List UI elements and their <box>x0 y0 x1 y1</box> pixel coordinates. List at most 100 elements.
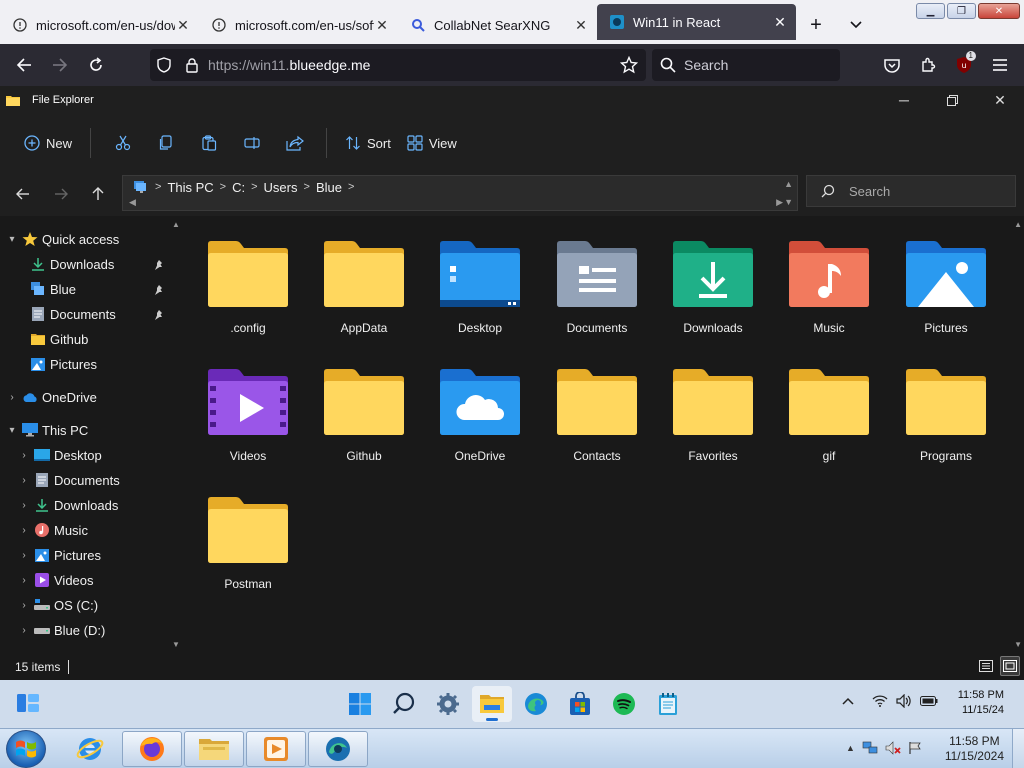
chevron-right-icon[interactable]: › <box>18 500 30 511</box>
sidebar-item-pictures-pc[interactable]: › Pictures <box>18 543 101 567</box>
restore-icon[interactable] <box>928 86 976 114</box>
scroll-up-icon[interactable]: ▲ <box>1014 220 1022 229</box>
sidebar-item-downloads-pc[interactable]: › Downloads <box>18 493 118 517</box>
sidebar-item-documents-pc[interactable]: › Documents <box>18 468 119 492</box>
windows-explorer-icon[interactable] <box>184 731 244 767</box>
sidebar-item-music[interactable]: › Music <box>18 518 88 542</box>
breadcrumb-item[interactable]: Blue <box>316 180 342 195</box>
file-item[interactable]: Contacts <box>539 344 655 463</box>
file-item[interactable]: Github <box>306 344 422 463</box>
close-tab-icon[interactable]: ✕ <box>772 14 788 31</box>
maximize-icon[interactable]: ❐ <box>947 3 976 19</box>
close-tab-icon[interactable]: ✕ <box>573 17 589 34</box>
sidebar-scrollbar[interactable]: ▲ ▼ <box>170 216 182 653</box>
store-icon[interactable] <box>560 686 600 722</box>
scroll-down-icon[interactable]: ▼ <box>172 640 180 649</box>
taskbar-clock[interactable]: 11:58 PM 11/15/24 <box>958 688 1004 718</box>
explorer-search-input[interactable]: Search <box>806 175 1016 207</box>
sidebar-item-quick-access[interactable]: ▾ Quick access <box>6 227 119 251</box>
paste-button[interactable] <box>187 126 230 160</box>
chevron-down-icon[interactable]: ▾ <box>6 234 18 245</box>
sidebar-item-os-drive[interactable]: › OS (C:) <box>18 593 98 617</box>
win7-clock[interactable]: 11:58 PM 11/15/2024 <box>945 734 1004 764</box>
search-icon[interactable] <box>384 686 424 722</box>
chevron-right-icon[interactable]: › <box>18 600 30 611</box>
browser-tab[interactable]: microsoft.com/en-us/soft ✕ <box>199 6 398 44</box>
edge-browser-icon[interactable] <box>516 686 556 722</box>
reload-icon[interactable] <box>78 49 114 81</box>
breadcrumb-item[interactable]: Users <box>264 180 298 195</box>
scroll-left-icon[interactable]: ◀ <box>129 197 136 208</box>
file-item[interactable]: Downloads <box>655 216 771 335</box>
scroll-down-icon[interactable]: ▼ <box>1014 640 1022 649</box>
file-item[interactable]: Programs <box>888 344 1004 463</box>
start-icon[interactable] <box>340 686 380 722</box>
sidebar-item-downloads[interactable]: Downloads <box>26 252 171 276</box>
file-item[interactable]: Postman <box>190 472 306 591</box>
browser-search-input[interactable]: Search <box>652 49 840 81</box>
view-button[interactable]: View <box>399 126 465 160</box>
rename-button[interactable] <box>230 126 273 160</box>
shield-icon[interactable] <box>150 57 178 73</box>
file-item[interactable]: Pictures <box>888 216 1004 335</box>
back-arrow-icon[interactable] <box>5 180 41 208</box>
file-item[interactable]: Videos <box>190 344 306 463</box>
extensions-icon[interactable] <box>912 49 944 81</box>
battery-icon[interactable] <box>920 696 938 706</box>
file-item[interactable]: OneDrive <box>422 344 538 463</box>
chevron-up-icon[interactable] <box>842 697 854 705</box>
minimize-icon[interactable]: ▁ <box>916 3 945 19</box>
scroll-down-icon[interactable]: ▼ <box>784 197 793 207</box>
chevron-down-icon[interactable]: ▾ <box>6 425 18 436</box>
back-arrow-icon[interactable] <box>6 49 42 81</box>
scroll-up-icon[interactable]: ▲ <box>172 220 180 229</box>
sidebar-item-blue[interactable]: Blue <box>26 277 171 301</box>
sidebar-item-github[interactable]: Github <box>26 327 88 351</box>
settings-gear-icon[interactable] <box>428 686 468 722</box>
action-center-flag-icon[interactable] <box>908 741 922 755</box>
file-item[interactable]: Music <box>771 216 887 335</box>
chevron-right-icon[interactable]: › <box>18 625 30 636</box>
file-item[interactable]: .config <box>190 216 306 335</box>
url-bar[interactable]: https://win11.blueedge.me <box>150 49 646 81</box>
sidebar-item-pictures[interactable]: Pictures <box>26 352 97 376</box>
chevron-right-icon[interactable]: › <box>18 450 30 461</box>
chevron-right-icon[interactable]: › <box>18 525 30 536</box>
show-desktop-button[interactable] <box>1012 729 1024 768</box>
pin-icon[interactable] <box>154 283 164 298</box>
ublock-icon[interactable]: u 1 <box>948 49 980 81</box>
copy-button[interactable] <box>144 126 187 160</box>
breadcrumb-item[interactable]: C: <box>232 180 245 195</box>
address-bar[interactable]: > This PC > C: > Users > Blue > ◀ ▶ ▲ ▼ <box>122 175 798 211</box>
widgets-icon[interactable] <box>16 692 40 717</box>
file-item[interactable]: AppData <box>306 216 422 335</box>
file-item[interactable]: Documents <box>539 216 655 335</box>
internet-explorer-icon[interactable] <box>60 731 120 767</box>
firefox-icon[interactable] <box>122 731 182 767</box>
wifi-icon[interactable] <box>872 695 888 707</box>
sidebar-item-this-pc[interactable]: ▾ This PC <box>6 418 88 442</box>
details-view-icon[interactable] <box>976 656 996 676</box>
tiles-view-icon[interactable] <box>1000 656 1020 676</box>
close-icon[interactable]: ✕ <box>978 3 1020 19</box>
minimize-icon[interactable]: ─ <box>880 86 928 114</box>
windows-start-orb-icon[interactable] <box>6 730 46 768</box>
file-item[interactable]: Favorites <box>655 344 771 463</box>
share-button[interactable] <box>273 126 316 160</box>
notepad-icon[interactable] <box>648 686 688 722</box>
browser-tab[interactable]: CollabNet SearXNG ✕ <box>398 6 597 44</box>
media-player-icon[interactable] <box>246 731 306 767</box>
network-icon[interactable] <box>862 741 878 755</box>
lock-icon[interactable] <box>178 57 206 73</box>
volume-muted-icon[interactable] <box>885 741 901 755</box>
chevron-down-icon[interactable] <box>836 6 876 44</box>
close-tab-icon[interactable]: ✕ <box>175 17 191 34</box>
virtualbox-app-icon[interactable] <box>308 731 368 767</box>
spotify-icon[interactable] <box>604 686 644 722</box>
sidebar-item-documents[interactable]: Documents <box>26 302 171 326</box>
file-item[interactable]: gif <box>771 344 887 463</box>
up-arrow-icon[interactable] <box>80 180 116 208</box>
sidebar-item-desktop[interactable]: › Desktop <box>18 443 101 467</box>
sidebar-item-videos[interactable]: › Videos <box>18 568 93 592</box>
pin-icon[interactable] <box>154 308 164 323</box>
